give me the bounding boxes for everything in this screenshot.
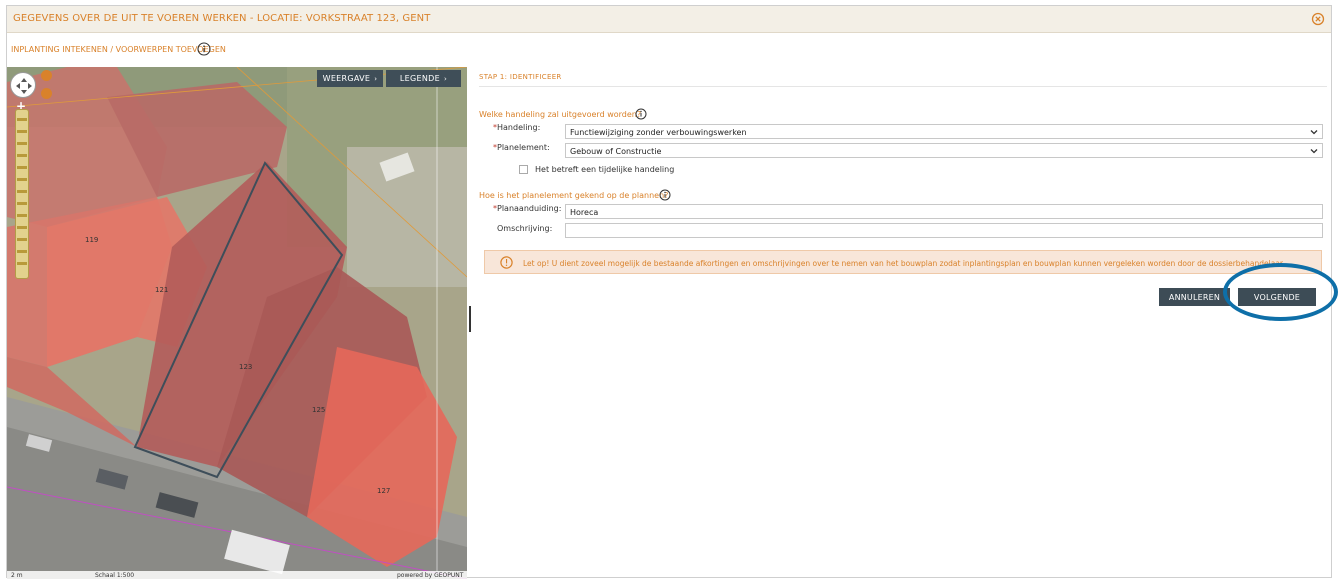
planelement-value: Gebouw of Constructie [570, 147, 662, 156]
weergave-label: WEERGAVE [322, 74, 371, 83]
dialog-window: GEGEVENS OVER DE UIT TE VOEREN WERKEN - … [6, 5, 1332, 579]
parcel-label-127: 127 [377, 487, 390, 495]
location-pin-icon[interactable] [41, 88, 52, 99]
info-icon[interactable] [197, 42, 211, 56]
planaanduiding-input[interactable]: Horeca [565, 204, 1323, 219]
legende-button[interactable]: LEGENDE › [386, 70, 461, 87]
sub-header: INPLANTING INTEKENEN / VOORWERPEN TOEVOE… [7, 33, 1331, 66]
aerial-map[interactable]: 119 121 123 125 127 [7, 67, 467, 579]
warning-alert: Let op! U dient zoveel mogelijk de besta… [484, 250, 1322, 274]
info-icon[interactable] [635, 108, 647, 120]
pan-arrows-icon [16, 78, 32, 94]
omschrijving-label: Omschrijving: [497, 224, 553, 233]
parcel-label-121: 121 [155, 286, 168, 294]
window-title: GEGEVENS OVER DE UIT TE VOEREN WERKEN - … [13, 13, 431, 24]
tijdelijk-checkbox[interactable] [519, 165, 528, 174]
history-icon[interactable] [41, 70, 52, 81]
weergave-button[interactable]: WEERGAVE › [317, 70, 383, 87]
page-subtitle: INPLANTING INTEKENEN / VOORWERPEN TOEVOE… [11, 45, 226, 54]
question-planelement: Hoe is het planelement gekend op de plan… [479, 191, 669, 200]
planelement-select[interactable]: Gebouw of Constructie [565, 143, 1323, 158]
step-divider [479, 86, 1327, 87]
warning-icon [500, 256, 513, 269]
question-handeling: Welke handeling zal uitgevoerd worden? [479, 110, 642, 119]
highlight-annotation [1223, 263, 1338, 321]
handeling-value: Functiewijziging zonder verbouwingswerke… [570, 128, 747, 137]
step-title: STAP 1: IDENTIFICEER [479, 73, 562, 81]
panel-resize-handle[interactable] [469, 306, 471, 332]
title-bar: GEGEVENS OVER DE UIT TE VOEREN WERKEN - … [7, 6, 1331, 33]
parcel-label-119: 119 [85, 236, 98, 244]
info-icon[interactable] [659, 189, 671, 201]
map-panel[interactable]: 119 121 123 125 127 + WEERGAVE › LEGENDE… [7, 67, 467, 579]
legende-label: LEGENDE [399, 74, 440, 83]
planaanduiding-value: Horeca [570, 208, 599, 217]
cancel-button[interactable]: ANNULEREN [1159, 288, 1230, 306]
omschrijving-input[interactable] [565, 223, 1323, 238]
chevron-down-icon [1310, 130, 1318, 135]
zoom-slider[interactable] [15, 109, 29, 279]
parcel-label-125: 125 [312, 406, 325, 414]
tijdelijk-label: Het betreft een tijdelijke handeling [535, 165, 675, 174]
warning-text: Let op! U dient zoveel mogelijk de besta… [523, 259, 1285, 268]
planaanduiding-label: *Planaanduiding: [493, 204, 562, 213]
handeling-label: *Handeling: [493, 123, 541, 132]
pan-control[interactable] [10, 72, 36, 98]
handeling-select[interactable]: Functiewijziging zonder verbouwingswerke… [565, 124, 1323, 139]
close-icon[interactable] [1311, 12, 1325, 26]
parcel-label-123: 123 [239, 363, 252, 371]
chevron-down-icon [1310, 149, 1318, 154]
planelement-label: *Planelement: [493, 143, 550, 152]
cancel-label: ANNULEREN [1168, 292, 1221, 302]
form-panel: STAP 1: IDENTIFICEER Welke handeling zal… [479, 67, 1327, 579]
